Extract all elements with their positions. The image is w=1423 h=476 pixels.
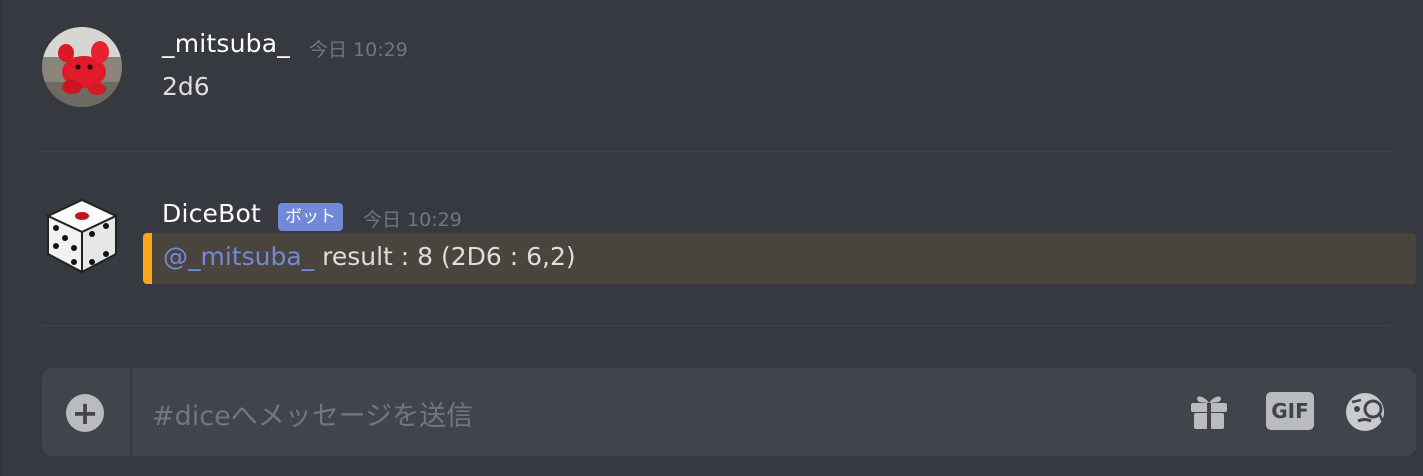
bot-tag: ボット (278, 203, 343, 231)
red-toy-avatar-icon (42, 27, 122, 107)
user-avatar[interactable] (42, 27, 122, 107)
user-mention[interactable]: @_mitsuba_ (163, 242, 314, 271)
mention-highlight-bar (143, 233, 152, 284)
bot-username[interactable]: DiceBot (162, 199, 261, 228)
timestamp: 今日 10:29 (309, 39, 408, 61)
plus-circle-icon[interactable]: + (66, 394, 104, 432)
message-divider (42, 151, 1390, 152)
username[interactable]: _mitsuba_ (162, 29, 290, 58)
gift-icon[interactable] (1188, 390, 1230, 432)
dice-icon (45, 198, 119, 274)
emoji-icon[interactable] (1344, 388, 1390, 434)
message-content: @_mitsuba_ result : 8 (2D6 : 6,2) (163, 242, 576, 271)
message-text: result : 8 (2D6 : 6,2) (314, 242, 576, 271)
gif-icon[interactable]: GIF (1266, 392, 1314, 430)
mention-highlight: @_mitsuba_ result : 8 (2D6 : 6,2) (143, 233, 1416, 284)
timestamp: 今日 10:29 (363, 209, 462, 231)
message-input[interactable]: #diceへメッセージを送信 (152, 394, 473, 433)
message-content: 2d6 (162, 72, 210, 101)
input-separator (130, 368, 132, 456)
message-input-box: + #diceへメッセージを送信 GIF (42, 368, 1416, 456)
message-divider (42, 325, 1390, 326)
bot-avatar[interactable] (42, 196, 122, 276)
left-edge (0, 0, 2, 476)
